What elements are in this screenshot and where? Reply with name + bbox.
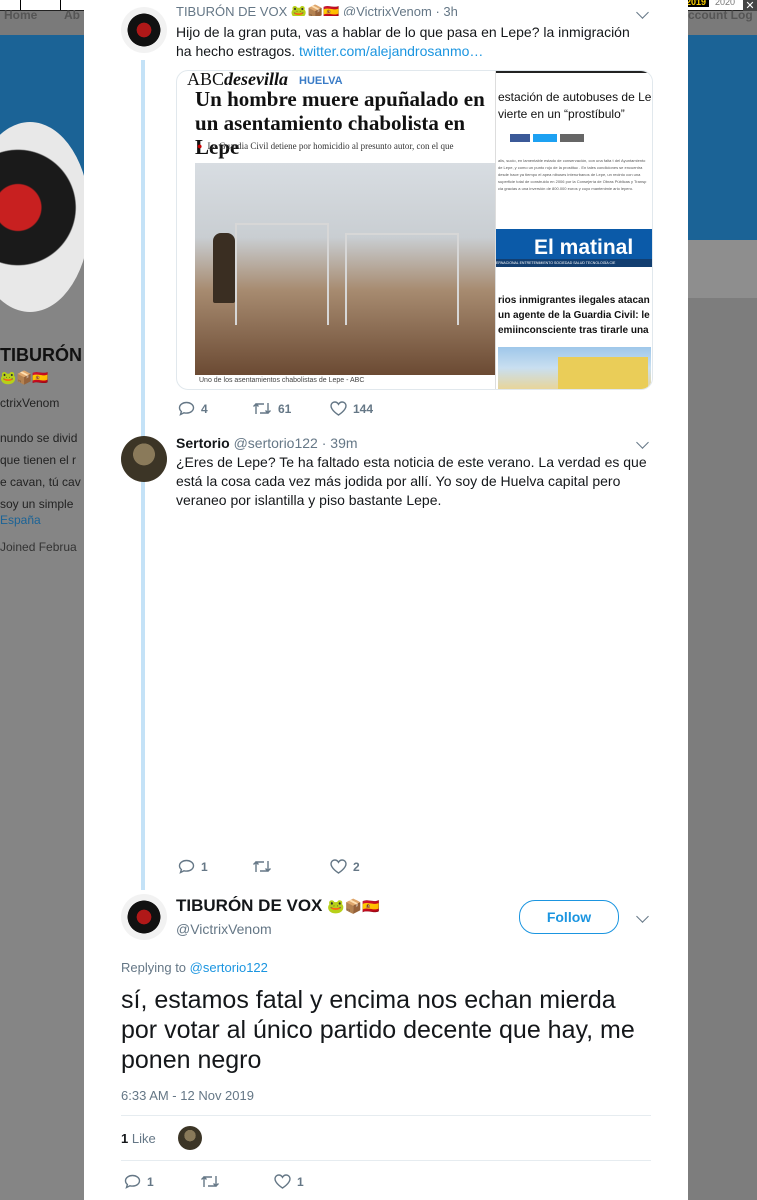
tweet1-header[interactable]: TIBURÓN DE VOX 🐸📦🇪🇸 @VictrixVenom · 3h (176, 2, 458, 16)
abc-subheadline: La Guardia Civil detiene por homicidio a… (197, 141, 453, 151)
like-count: 144 (353, 401, 374, 416)
author-name[interactable]: Sertorio (176, 435, 230, 451)
tweet1-text: Hijo de la gran puta, vas a hablar de lo… (176, 23, 646, 61)
avatar[interactable] (121, 894, 167, 940)
headline-line: emiinconsciente tras tirarle una p (498, 325, 653, 336)
retweet-button[interactable]: 61 (252, 401, 330, 416)
main-tweet-actions: 1 1 (124, 1174, 304, 1189)
tweet1-link[interactable]: twitter.com/alejandrosanmo… (299, 43, 483, 59)
tweet-time[interactable]: · 39m (322, 435, 358, 451)
reply-button[interactable]: 1 (124, 1174, 200, 1189)
bg-profile-handle: ctrixVenom (0, 396, 60, 410)
author-handle[interactable]: @VictrixVenom (176, 920, 272, 939)
immigrants-headline: rios inmigrantes ilegales atacan e un ag… (498, 293, 653, 338)
reply-icon (124, 1174, 141, 1189)
bg-panel (688, 298, 757, 1200)
abc-caption: Uno de los asentamientos chabolistas de … (199, 377, 365, 384)
headline-line: vierte en un “prostíbulo” (498, 107, 625, 121)
reply-icon (178, 401, 195, 416)
photo-building (558, 357, 648, 389)
elmatinal-menu: ERNACIONAL ENTRETENIMIENTO SOCIEDAD SALU… (496, 259, 652, 267)
bg-nav-left: Home Ab (0, 8, 84, 35)
like-button[interactable]: 2 (330, 859, 360, 874)
like-count: 2 (353, 859, 360, 874)
bg-profile-emojis: 🐸📦🇪🇸 (0, 370, 49, 385)
like-stat-label: Like (131, 1131, 156, 1146)
reply-count: 4 (201, 401, 208, 416)
tweet2-header[interactable]: Sertorio @sertorio122 · 39m (176, 434, 358, 453)
author-handle[interactable]: @sertorio122 (234, 435, 318, 451)
share-buttons (510, 134, 584, 142)
tweet1-actions: 4 61 144 (178, 401, 373, 416)
like-stat-count: 1 (121, 1131, 129, 1146)
liker-avatar[interactable] (178, 1126, 202, 1150)
author-name[interactable]: TIBURÓN DE VOX (176, 896, 322, 915)
like-button[interactable]: 144 (330, 401, 373, 416)
abc-photo (195, 163, 497, 375)
bg-panel (688, 240, 757, 300)
email-share-icon (560, 134, 584, 142)
heart-icon (330, 859, 347, 874)
building-photo (498, 347, 651, 389)
tweet-timestamp[interactable]: 6:33 AM - 12 Nov 2019 (121, 1086, 254, 1105)
bio-line: soy un simple (0, 497, 74, 511)
retweet-icon (253, 403, 271, 414)
facebook-share-icon (510, 134, 530, 142)
headline-line: estación de autobuses de Le (498, 90, 652, 104)
retweet-button[interactable] (200, 1174, 274, 1189)
replying-prefix: Replying to (121, 960, 190, 975)
bg-profile-location: España (0, 513, 41, 527)
bg-nav-account: ccount Log (688, 8, 753, 22)
retweet-icon (201, 1176, 219, 1187)
heart-icon (330, 401, 347, 416)
avatar[interactable] (121, 436, 167, 482)
bg-profile-bio: nundo se divid que tienen el r e cavan, … (0, 427, 81, 515)
panel-rule (496, 71, 652, 73)
avatar[interactable] (121, 7, 167, 53)
bg-nav-home: Home (4, 8, 38, 22)
divider (121, 1115, 651, 1116)
replying-to-link[interactable]: @sertorio122 (190, 960, 268, 975)
main-tweet-text: sí, estamos fatal y encima nos echan mie… (121, 986, 635, 1074)
heart-icon (274, 1174, 291, 1189)
link-preview-card[interactable]: ABCdesevilla HUELVA Un hombre muere apuñ… (176, 70, 653, 390)
photo-person (213, 233, 235, 303)
bg-profile-joined: Joined Februa (0, 540, 77, 554)
headline-line: rios inmigrantes ilegales atacan e (498, 295, 653, 306)
replying-to: Replying to @sertorio122 (121, 958, 268, 977)
tweet2-text: ¿Eres de Lepe? Te ha faltado esta notici… (176, 454, 647, 508)
photo-structure (235, 223, 329, 325)
bg-nav-about: Ab (64, 8, 80, 22)
tweet2-actions: 1 2 (178, 859, 360, 874)
like-count: 1 (297, 1174, 304, 1189)
bg-nav-right: ccount Log (688, 8, 757, 35)
photo-structure (345, 233, 459, 325)
abc-section: HUELVA (299, 75, 343, 87)
twitter-share-icon (533, 134, 557, 142)
bus-station-body: alis, sucio, en lamentable estado de con… (498, 158, 647, 191)
bus-station-headline: estación de autobuses de Le vierte en un… (498, 89, 651, 123)
reply-button[interactable]: 1 (178, 859, 252, 874)
year-2020[interactable]: 2020 (715, 0, 735, 7)
retweet-count: 61 (278, 401, 292, 416)
like-stats[interactable]: 1 Like (121, 1129, 156, 1148)
elmatinal-panel: estación de autobuses de Le vierte en un… (495, 71, 653, 389)
bio-line: que tienen el r (0, 453, 77, 467)
follow-button[interactable]: Follow (519, 900, 619, 934)
divider (121, 1160, 651, 1161)
author-emojis: 🐸📦🇪🇸 (327, 898, 380, 914)
timeline-tick (60, 0, 61, 10)
bio-line: nundo se divid (0, 431, 78, 445)
like-button[interactable]: 1 (274, 1174, 304, 1189)
reply-count: 1 (201, 859, 208, 874)
reply-icon (178, 859, 195, 874)
headline-line: un agente de la Guardia Civil: le d (498, 310, 653, 321)
retweet-icon (253, 861, 271, 872)
reply-count: 1 (147, 1174, 154, 1189)
reply-button[interactable]: 4 (178, 401, 252, 416)
retweet-button[interactable] (252, 859, 330, 874)
bio-line: e cavan, tú cav (0, 475, 81, 489)
main-author[interactable]: TIBURÓN DE VOX 🐸📦🇪🇸 (176, 896, 379, 916)
